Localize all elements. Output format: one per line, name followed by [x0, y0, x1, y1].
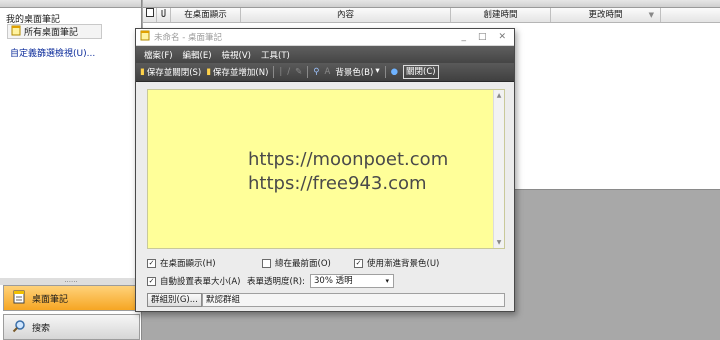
scroll-down-icon[interactable]: ▼ — [494, 239, 504, 246]
show-on-desktop-checkbox[interactable]: ✓ — [147, 258, 156, 268]
opacity-label: 表單透明度(R): — [247, 277, 305, 287]
menu-file[interactable]: 檔案(F) — [144, 49, 173, 61]
menu-tools[interactable]: 工具(T) — [261, 49, 290, 61]
dropdown-arrow-icon: ▾ — [385, 277, 389, 285]
note-window: 未命名 - 桌面筆記 _ □ ✕ 檔案(F) 編輯(E) 檢視(V) 工具(T)… — [135, 28, 515, 312]
col-created[interactable]: 創建時間 — [451, 8, 551, 22]
show-on-desktop-option[interactable]: ✓ 在桌面顯示(H) — [147, 257, 216, 269]
tree-item-all-notes[interactable]: 所有桌面筆記 — [7, 24, 102, 39]
note-content[interactable]: https://moonpoet.com https://free943.com — [248, 148, 448, 196]
col-attachment-icon[interactable] — [157, 8, 171, 22]
tree-item-label: 所有桌面筆記 — [24, 28, 79, 38]
save-close-button[interactable]: ▮ 保存並關閉(S) — [140, 66, 201, 78]
toolbar-separator — [273, 66, 275, 78]
grid-header: 在桌面顯示 內容 創建時間 更改時間 ▼ — [143, 8, 720, 23]
col-modified[interactable]: 更改時間 ▼ — [551, 8, 661, 22]
minimize-icon[interactable]: _ — [461, 32, 466, 42]
always-on-top-checkbox[interactable] — [262, 258, 271, 268]
help-icon[interactable]: ● — [391, 67, 398, 77]
font-icon[interactable]: A — [325, 67, 331, 77]
custom-view-link[interactable]: 自定義篩選檢視(U)... — [10, 46, 95, 59]
col-show-on-desktop[interactable]: 在桌面顯示 — [171, 8, 241, 22]
auto-size-option[interactable]: ✓ 自動設置表單大小(A) — [147, 275, 240, 287]
save-icon: ▮ — [140, 67, 145, 77]
nav-button-search[interactable]: 搜索 — [3, 314, 140, 340]
scroll-up-icon[interactable]: ▲ — [494, 92, 504, 99]
gradient-bg-option[interactable]: ✓ 使用漸進背景色(U) — [354, 257, 439, 269]
opacity-select[interactable]: 30% 透明 ▾ — [310, 274, 394, 288]
save-add-label: 保存並增加(N) — [212, 68, 269, 78]
right-pane-header — [143, 0, 720, 8]
toolbar-separator — [384, 66, 386, 78]
toolbar-separator — [307, 66, 309, 78]
menu-edit[interactable]: 編輯(E) — [183, 49, 212, 61]
close-icon[interactable]: ✕ — [498, 32, 506, 42]
always-on-top-option[interactable]: 總在最前面(O) — [262, 257, 331, 269]
bg-color-button[interactable]: 背景色(B) ▾ — [335, 66, 379, 78]
editor-scrollbar[interactable]: ▲ ▼ — [493, 90, 504, 248]
auto-size-label: 自動設置表單大小(A) — [160, 277, 241, 287]
bg-color-label: 背景色(B) — [335, 68, 374, 78]
content-line: https://free943.com — [248, 173, 427, 194]
left-pane-header — [0, 0, 141, 8]
gradient-bg-label: 使用漸進背景色(U) — [367, 259, 440, 269]
app-icon — [140, 30, 150, 44]
note-titlebar[interactable]: 未命名 - 桌面筆記 _ □ ✕ — [136, 29, 514, 46]
note-icon — [11, 25, 21, 39]
dropdown-arrow-icon: ▾ — [375, 66, 380, 76]
nav-button-notes[interactable]: 桌面筆記 — [3, 285, 140, 311]
auto-size-checkbox[interactable]: ✓ — [147, 276, 156, 286]
nav-label: 桌面筆記 — [32, 294, 69, 305]
col-content[interactable]: 內容 — [241, 8, 451, 22]
window-title: 未命名 - 桌面筆記 — [154, 33, 222, 43]
pen-icon[interactable]: ✎ — [295, 67, 302, 77]
always-on-top-label: 總在最前面(O) — [275, 259, 331, 269]
menu-view[interactable]: 檢視(V) — [222, 49, 251, 61]
paperclip-icon[interactable]: ⚲ — [313, 67, 319, 77]
magnifier-icon — [12, 319, 26, 336]
save-add-icon: ▮ — [206, 67, 211, 77]
bold-icon[interactable]: | — [279, 67, 282, 77]
maximize-icon[interactable]: □ — [478, 32, 487, 42]
nav-label: 搜索 — [32, 323, 51, 334]
group-button[interactable]: 群組別(G)... — [147, 293, 202, 307]
opacity-value: 30% 透明 — [314, 276, 353, 286]
sticky-note-icon — [12, 290, 26, 307]
menu-bar: 檔案(F) 編輯(E) 檢視(V) 工具(T) — [136, 46, 514, 63]
group-field: 默認群組 — [202, 293, 505, 307]
left-pane: 我的桌面筆記 所有桌面筆記 自定義篩選檢視(U)... ...... 桌面筆記 … — [0, 0, 142, 340]
save-add-button[interactable]: ▮ 保存並增加(N) — [206, 66, 268, 78]
content-line: https://moonpoet.com — [248, 149, 449, 170]
sort-arrow-icon: ▼ — [648, 11, 654, 19]
note-editor[interactable]: https://moonpoet.com https://free943.com… — [147, 89, 505, 249]
toolbar: ▮ 保存並關閉(S) ▮ 保存並增加(N) | / ✎ ⚲ A 背景色(B) ▾… — [136, 63, 514, 82]
col-note-icon[interactable] — [143, 8, 157, 22]
col-modified-label: 更改時間 — [588, 10, 623, 20]
close-button[interactable]: 關閉(C) — [403, 65, 439, 79]
save-close-label: 保存並關閉(S) — [146, 68, 202, 78]
pane-splitter[interactable]: ...... — [0, 277, 142, 285]
show-on-desktop-label: 在桌面顯示(H) — [160, 259, 216, 269]
gradient-bg-checkbox[interactable]: ✓ — [354, 258, 363, 268]
italic-icon[interactable]: / — [287, 67, 290, 77]
